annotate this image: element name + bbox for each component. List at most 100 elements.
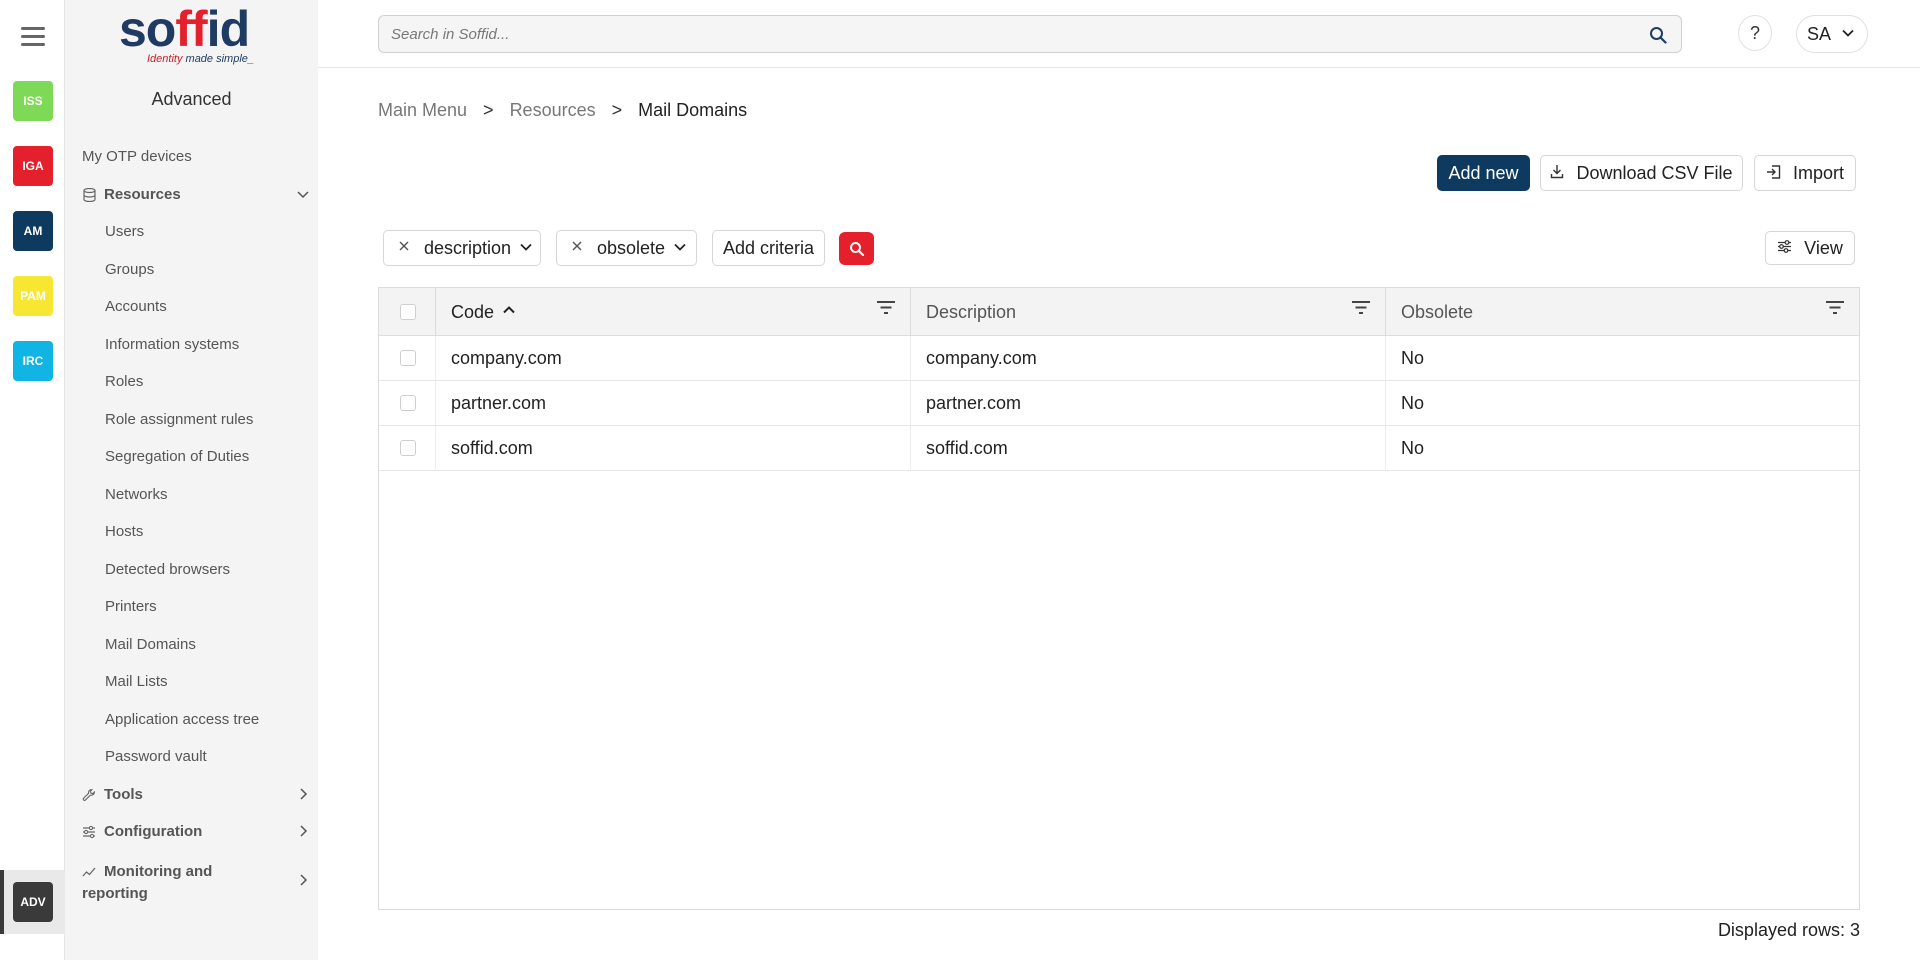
app-pam-button[interactable]: PAM [13,276,53,316]
sidebar-item-detected-browsers[interactable]: Detected browsers [105,561,318,578]
row-checkbox[interactable] [400,350,416,366]
sidebar-item-groups[interactable]: Groups [105,261,318,278]
add-new-button[interactable]: Add new [1437,155,1530,191]
sidebar-group-resources-label: Resources [104,186,181,203]
database-icon [82,188,96,202]
column-header-label: Obsolete [1401,301,1474,322]
criteria-chip-label: obsolete [597,237,666,258]
download-icon [1550,164,1564,182]
download-csv-label: Download CSV File [1576,162,1733,183]
table-row[interactable]: company.com company.com No [379,336,1859,381]
logo-tagline-2: made simple_ [185,53,255,65]
table-header: Code Description Obsolete [379,288,1859,336]
column-header-obsolete[interactable]: Obsolete [1385,288,1859,336]
active-app-indicator: ADV [0,870,65,934]
sidebar-heading: Advanced [151,89,232,109]
chevron-down-icon [673,240,687,257]
chevron-down-icon [1841,26,1855,43]
sidebar-item-roles[interactable]: Roles [105,373,318,390]
view-label: View [1804,237,1843,258]
sidebar: soffid Identity made simple_ Advanced My… [65,0,318,960]
column-header-label: Code [451,301,495,322]
search-icon[interactable] [1649,26,1667,44]
cell-description: company.com [910,336,1385,381]
filter-icon[interactable] [1825,300,1845,316]
sidebar-item-networks[interactable]: Networks [105,486,318,503]
breadcrumb-current: Mail Domains [638,100,748,120]
close-icon[interactable] [571,239,583,257]
sidebar-group-monitoring-label-1: Monitoring and [104,863,213,880]
sidebar-item-accounts[interactable]: Accounts [105,298,318,315]
row-checkbox[interactable] [400,440,416,456]
breadcrumb-separator: > [483,100,494,120]
column-header-description[interactable]: Description [910,288,1385,336]
sidebar-group-tools-label: Tools [104,786,143,803]
table-row[interactable]: soffid.com soffid.com No [379,426,1859,471]
app-rail: ISS IGA AM PAM IRC ADV [0,0,65,960]
criteria-chip-obsolete[interactable]: obsolete [556,230,697,266]
sidebar-item-information-systems[interactable]: Information systems [105,336,318,353]
apply-search-button[interactable] [839,232,874,265]
sidebar-group-resources[interactable]: Resources [82,186,318,203]
app-iga-button[interactable]: IGA [13,146,53,186]
filter-icon[interactable] [1351,300,1371,316]
import-button[interactable]: Import [1754,155,1856,191]
user-menu-button[interactable]: SA [1796,15,1868,53]
cell-description: soffid.com [910,426,1385,471]
download-csv-button[interactable]: Download CSV File [1540,155,1743,191]
sidebar-group-monitoring-label-2: reporting [82,885,148,902]
select-all-checkbox[interactable] [400,304,416,320]
displayed-rows-count: Displayed rows: 3 [1717,920,1860,940]
chevron-down-icon [519,240,533,257]
app-irc-button[interactable]: IRC [13,341,53,381]
sidebar-group-tools[interactable]: Tools [82,786,318,803]
sidebar-item-mail-domains[interactable]: Mail Domains [105,636,318,653]
criteria-chip-label: description [424,237,512,258]
logo-tagline-1: Identity [147,53,183,65]
help-button[interactable]: ? [1738,15,1772,51]
app-adv-button[interactable]: ADV [13,882,53,922]
mail-domains-table: Code Description Obsolete company.com co… [378,287,1860,910]
sidebar-item-application-access-tree[interactable]: Application access tree [105,711,318,728]
import-icon [1766,164,1781,182]
wrench-icon [82,788,96,802]
user-initials: SA [1807,23,1832,44]
cell-obsolete: No [1385,381,1859,426]
filter-icon[interactable] [876,300,896,316]
add-criteria-button[interactable]: Add criteria [712,230,825,266]
breadcrumb-resources[interactable]: Resources [510,100,596,121]
global-search [378,15,1682,53]
sidebar-item-hosts[interactable]: Hosts [105,523,318,540]
app-iss-button[interactable]: ISS [13,81,53,121]
sidebar-item-password-vault[interactable]: Password vault [105,748,318,765]
sidebar-item-role-assignment-rules[interactable]: Role assignment rules [105,411,318,428]
breadcrumb-main-menu[interactable]: Main Menu [378,100,467,121]
chevron-right-icon [296,787,310,804]
row-checkbox[interactable] [400,395,416,411]
cell-obsolete: No [1385,426,1859,471]
sidebar-item-my-otp-devices[interactable]: My OTP devices [82,148,318,165]
sidebar-group-monitoring[interactable]: Monitoring and reporting [82,861,318,905]
hamburger-menu-icon[interactable] [21,27,45,49]
close-icon[interactable] [398,239,410,257]
sidebar-item-printers[interactable]: Printers [105,598,318,615]
criteria-chip-description[interactable]: description [383,230,541,266]
sort-ascending-icon [502,301,516,322]
import-label: Import [1792,162,1844,183]
column-header-code[interactable]: Code [435,288,910,336]
view-button[interactable]: View [1765,231,1855,265]
sidebar-item-segregation-of-duties[interactable]: Segregation of Duties [105,448,318,465]
app-am-button[interactable]: AM [13,211,53,251]
cell-code: soffid.com [435,426,910,471]
sidebar-item-users[interactable]: Users [105,223,318,240]
cell-code: company.com [435,336,910,381]
sidebar-item-mail-lists[interactable]: Mail Lists [105,673,318,690]
search-icon [849,241,864,256]
table-row[interactable]: partner.com partner.com No [379,381,1859,426]
column-header-label: Description [926,301,1017,322]
chevron-right-icon [296,871,310,893]
global-search-input[interactable] [379,16,1609,52]
sidebar-group-configuration[interactable]: Configuration [82,823,318,840]
sliders-icon [82,825,96,839]
top-bar: ? SA [318,0,1920,68]
